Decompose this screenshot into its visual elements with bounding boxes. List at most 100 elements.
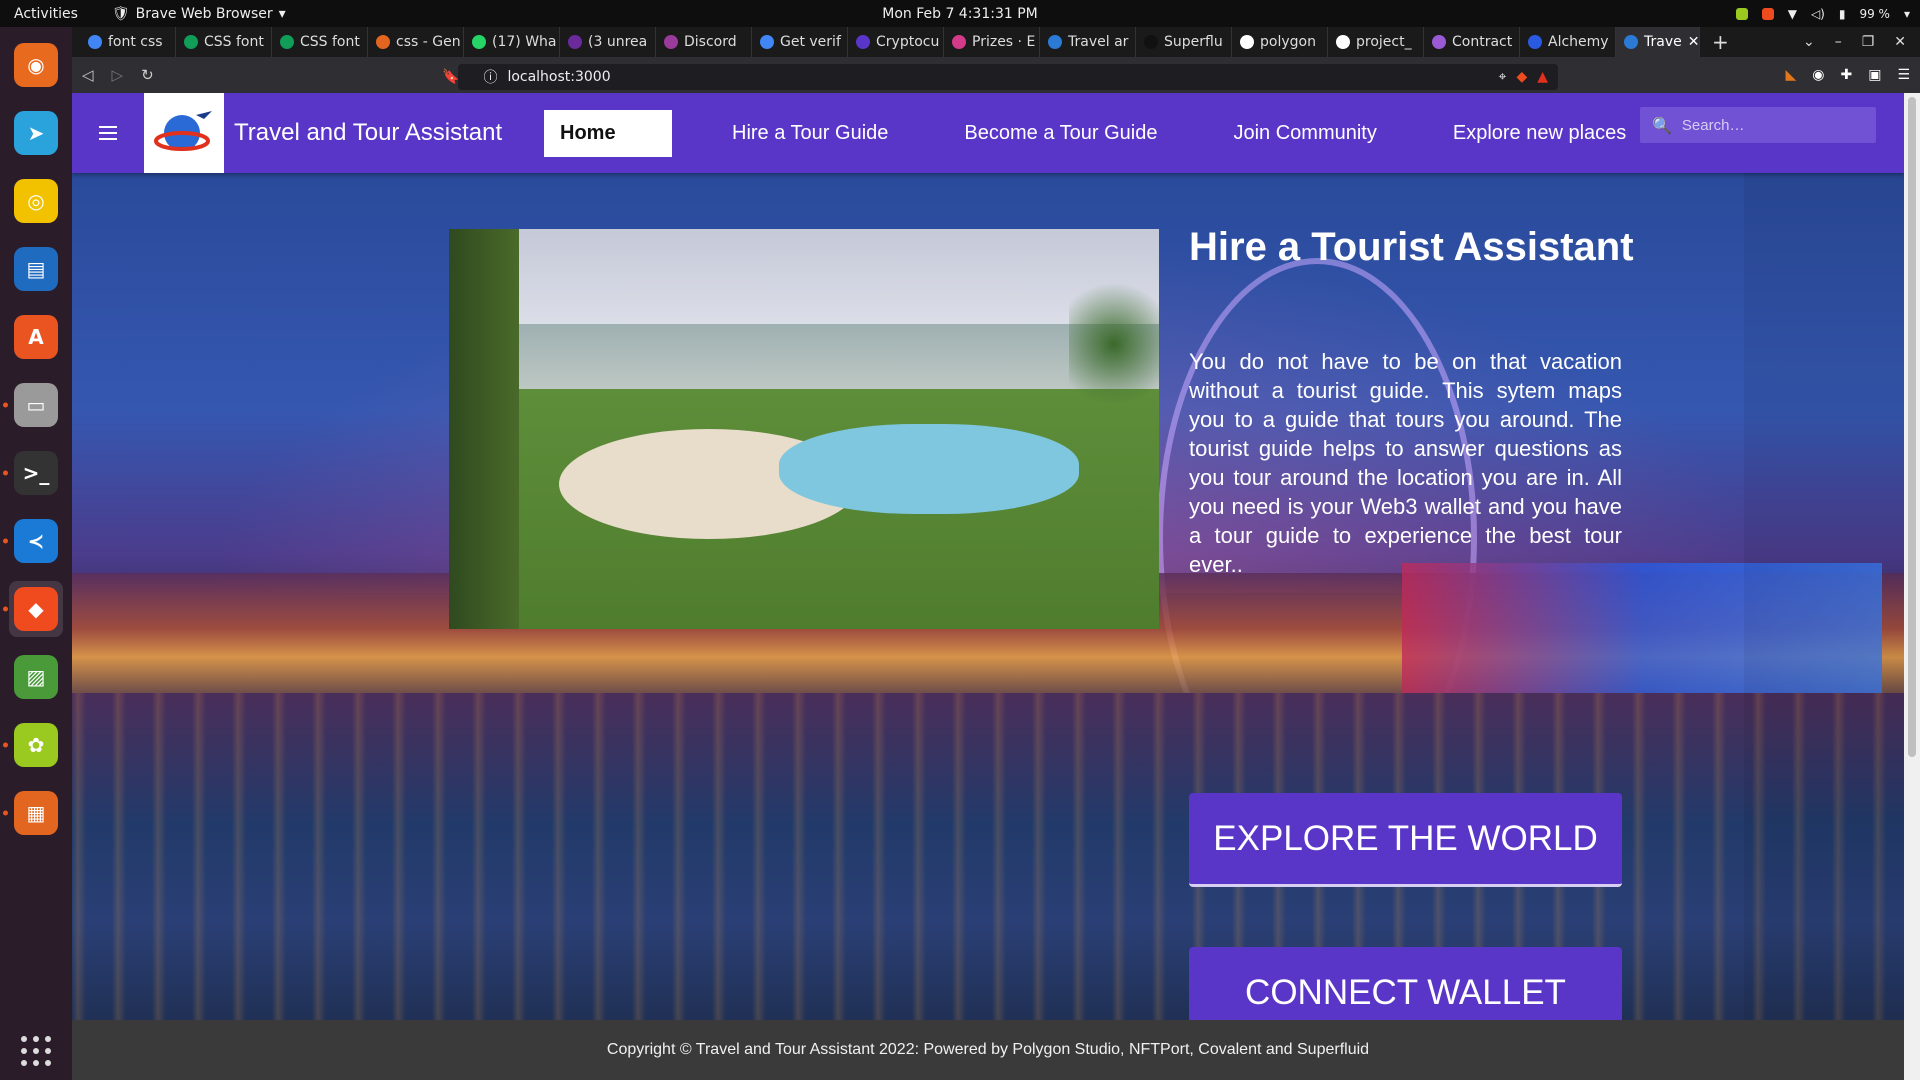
favicon-icon bbox=[1624, 35, 1638, 49]
chevron-down-icon: ▾ bbox=[278, 5, 286, 22]
nav-home[interactable]: Home bbox=[544, 109, 672, 157]
battery-percent: 99 % bbox=[1859, 6, 1890, 21]
browser-tab[interactable]: Superflu bbox=[1136, 27, 1232, 57]
page-viewport: Travel and Tour Assistant Home Hire a To… bbox=[72, 93, 1904, 1080]
search-input[interactable] bbox=[1681, 116, 1862, 134]
browser-tab[interactable]: Get verif bbox=[752, 27, 848, 57]
extensions-bar: ◣ ◉ ✚ ▣ ☰ bbox=[1785, 67, 1910, 83]
browser-tab[interactable]: css - Gen bbox=[368, 27, 464, 57]
polygon-app-icon: ✿ bbox=[14, 723, 58, 767]
river-reflections bbox=[72, 693, 1904, 1020]
favicon-icon bbox=[568, 35, 582, 49]
show-applications-icon[interactable] bbox=[21, 1036, 51, 1066]
favicon-icon bbox=[280, 35, 294, 49]
wallet-icon[interactable]: ▣ bbox=[1868, 67, 1881, 83]
puzzle-icon[interactable]: ✚ bbox=[1840, 67, 1852, 83]
system-tray[interactable]: ▼ ◁) ▮ 99 % ▾ bbox=[1735, 6, 1910, 21]
dock-terminal[interactable]: >_ bbox=[3, 445, 63, 501]
browser-tab[interactable]: Alchemy bbox=[1520, 27, 1616, 57]
terminal-icon: >_ bbox=[14, 451, 58, 495]
browser-tab[interactable]: CSS font bbox=[176, 27, 272, 57]
favicon-icon bbox=[376, 35, 390, 49]
image-viewer-icon: ▨ bbox=[14, 655, 58, 699]
running-indicator bbox=[3, 470, 8, 476]
close-window-icon[interactable]: ✕ bbox=[1894, 34, 1906, 50]
back-icon[interactable]: ◁ bbox=[82, 66, 94, 84]
page-scrollbar[interactable] bbox=[1904, 93, 1920, 1080]
tab-title: Trave bbox=[1644, 34, 1682, 50]
tab-strip: font css CSS font CSS font css - Gen (17) Wh… bbox=[72, 27, 1920, 57]
browser-tab[interactable]: Contract bbox=[1424, 27, 1520, 57]
dock-software[interactable]: A bbox=[9, 309, 63, 365]
brave-icon: ◆ bbox=[14, 587, 58, 631]
brave-shields-icon[interactable]: ◆ bbox=[1516, 69, 1527, 85]
browser-tab[interactable]: Prizes · E bbox=[944, 27, 1040, 57]
new-tab-button[interactable]: + bbox=[1700, 30, 1741, 54]
dock-vscode[interactable]: ≺ bbox=[3, 513, 63, 569]
extension-icon[interactable]: ◉ bbox=[1812, 67, 1824, 83]
telegram-icon: ➤ bbox=[14, 111, 58, 155]
globe-plane-logo-icon bbox=[154, 111, 212, 151]
nav-become-tour-guide[interactable]: Become a Tour Guide bbox=[948, 110, 1173, 157]
dock-presentation[interactable]: ▦ bbox=[3, 785, 63, 841]
scrollbar-thumb[interactable] bbox=[1908, 97, 1916, 757]
close-tab-icon[interactable]: ✕ bbox=[1688, 34, 1699, 50]
site-info-icon[interactable]: ⓘ bbox=[483, 67, 497, 87]
app-menu[interactable]: 🛡 Brave Web Browser ▾ bbox=[112, 6, 286, 22]
site-logo[interactable] bbox=[144, 93, 224, 173]
nav-join-community[interactable]: Join Community bbox=[1217, 110, 1392, 157]
hamburger-menu-icon[interactable] bbox=[72, 126, 144, 140]
address-bar[interactable]: 🔖 ⓘ localhost:3000 ⌖ ◆ ▲ bbox=[442, 64, 1558, 90]
site-title[interactable]: Travel and Tour Assistant bbox=[234, 119, 534, 147]
metamask-icon[interactable]: ◣ bbox=[1785, 67, 1796, 83]
minimize-icon[interactable]: – bbox=[1835, 34, 1842, 50]
favicon-icon bbox=[88, 35, 102, 49]
browser-tab[interactable]: (3 unrea bbox=[560, 27, 656, 57]
system-top-bar: Activities 🛡 Brave Web Browser ▾ Mon Feb… bbox=[0, 0, 1920, 27]
resort-photo bbox=[449, 229, 1159, 629]
reload-icon[interactable]: ↻ bbox=[141, 66, 154, 84]
brave-rewards-icon[interactable]: ▲ bbox=[1537, 69, 1558, 85]
site-search[interactable]: 🔍 bbox=[1640, 107, 1876, 143]
tab-title: css - Gen bbox=[396, 34, 461, 50]
brave-tray-icon[interactable] bbox=[1761, 7, 1774, 20]
browser-tab[interactable]: Trave ✕ bbox=[1616, 27, 1700, 57]
browser-tab[interactable]: polygon bbox=[1232, 27, 1328, 57]
browser-tab[interactable]: font css bbox=[80, 27, 176, 57]
tab-search-icon[interactable]: ⌄ bbox=[1803, 34, 1815, 50]
system-clock[interactable]: Mon Feb 7 4:31:31 PM bbox=[882, 6, 1038, 22]
running-indicator bbox=[3, 538, 8, 544]
dock-polygon-app[interactable]: ✿ bbox=[3, 717, 63, 773]
site-navbar: Travel and Tour Assistant Home Hire a To… bbox=[72, 93, 1904, 173]
tab-title: CSS font bbox=[204, 34, 264, 50]
dock-rhythmbox[interactable]: ◎ bbox=[9, 173, 63, 229]
dock-files[interactable]: ▭ bbox=[3, 377, 63, 433]
location-icon[interactable]: ⌖ bbox=[1499, 69, 1507, 85]
browser-tab[interactable]: Discord bbox=[656, 27, 752, 57]
dock-writer[interactable]: ▤ bbox=[9, 241, 63, 297]
nav-explore-places[interactable]: Explore new places bbox=[1437, 110, 1642, 157]
maximize-icon[interactable]: ❐ bbox=[1862, 34, 1875, 50]
tray-app-icon[interactable] bbox=[1735, 7, 1748, 20]
forward-icon[interactable]: ▷ bbox=[112, 66, 124, 84]
tab-title: Alchemy bbox=[1548, 34, 1609, 50]
dock-firefox[interactable]: ◉ bbox=[9, 37, 63, 93]
dock-image-viewer[interactable]: ▨ bbox=[9, 649, 63, 705]
url-text[interactable]: localhost:3000 bbox=[507, 69, 610, 85]
menu-icon[interactable]: ☰ bbox=[1897, 67, 1910, 83]
browser-tab[interactable]: Travel ar bbox=[1040, 27, 1136, 57]
browser-tab[interactable]: CSS font bbox=[272, 27, 368, 57]
explore-world-button[interactable]: EXPLORE THE WORLD bbox=[1189, 793, 1622, 887]
activities-button[interactable]: Activities bbox=[0, 6, 92, 22]
browser-tab[interactable]: project_ bbox=[1328, 27, 1424, 57]
rhythmbox-icon: ◎ bbox=[14, 179, 58, 223]
dock-telegram[interactable]: ➤ bbox=[9, 105, 63, 161]
window-controls: ⌄ – ❐ ✕ bbox=[1803, 34, 1920, 50]
browser-tab[interactable]: (17) Wha bbox=[464, 27, 560, 57]
tab-title: font css bbox=[108, 34, 163, 50]
dock-brave[interactable]: ◆ bbox=[3, 581, 63, 637]
bookmark-icon[interactable]: 🔖 bbox=[442, 69, 459, 85]
nav-hire-tour-guide[interactable]: Hire a Tour Guide bbox=[716, 110, 904, 157]
browser-tab[interactable]: Cryptocu bbox=[848, 27, 944, 57]
tab-title: Get verif bbox=[780, 34, 841, 50]
